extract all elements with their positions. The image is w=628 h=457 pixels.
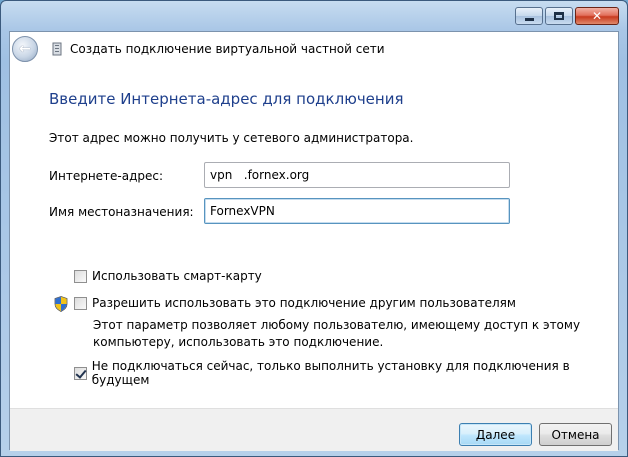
allow-others-checkbox[interactable] (74, 296, 87, 310)
destination-label: Имя местоназначения: (49, 205, 194, 219)
allow-others-note: Этот параметр позволяет любому пользоват… (93, 317, 580, 351)
wizard-window: ✕ ← Создать подключение виртуальной част… (0, 0, 628, 457)
back-button[interactable]: ← (12, 36, 38, 62)
wizard-title: Создать подключение виртуальной частной … (70, 42, 385, 56)
allow-others-label: Разрешить использовать это подключение д… (92, 296, 516, 310)
address-label: Интернете-адрес: (49, 169, 164, 183)
uac-shield-icon (54, 296, 68, 312)
cancel-button[interactable]: Отмена (539, 423, 612, 446)
no-connect-option[interactable]: Не подключаться сейчас, только выполнить… (74, 359, 618, 387)
destination-input[interactable] (204, 198, 510, 224)
maximize-button[interactable] (545, 7, 573, 25)
window-controls: ✕ (515, 7, 619, 25)
smartcard-label: Использовать смарт-карту (92, 269, 262, 283)
minimize-button[interactable] (515, 7, 543, 25)
next-button[interactable]: Далее (459, 423, 532, 446)
allow-others-option[interactable]: Разрешить использовать это подключение д… (74, 296, 516, 310)
smartcard-checkbox[interactable] (74, 269, 87, 283)
minimize-icon (524, 17, 534, 21)
no-connect-checkbox[interactable] (74, 366, 87, 380)
allow-others-note-line2: компьютеру, использовать это подключение… (93, 335, 384, 349)
network-connection-icon (52, 42, 62, 56)
wizard-client-area: ← Создать подключение виртуальной частно… (9, 31, 619, 451)
back-arrow-icon: ← (19, 40, 31, 57)
wizard-footer: Далее Отмена (10, 408, 618, 451)
close-icon: ✕ (591, 9, 603, 23)
close-button[interactable]: ✕ (575, 7, 619, 25)
allow-others-note-line1: Этот параметр позволяет любому пользоват… (93, 318, 581, 332)
maximize-icon (554, 12, 564, 20)
address-input[interactable] (204, 162, 510, 188)
wizard-header: ← Создать подключение виртуальной частно… (10, 32, 618, 64)
no-connect-label: Не подключаться сейчас, только выполнить… (91, 359, 570, 387)
page-heading: Введите Интернета-адрес для подключения (49, 90, 404, 108)
smartcard-option[interactable]: Использовать смарт-карту (74, 269, 262, 283)
page-description: Этот адрес можно получить у сетевого адм… (49, 131, 414, 145)
